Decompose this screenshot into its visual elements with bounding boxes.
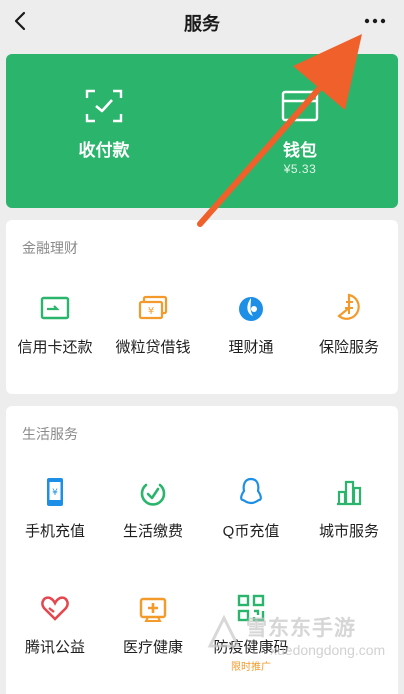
page-title: 服务 — [184, 14, 220, 34]
scan-qr-icon — [85, 89, 123, 123]
service-label: 微粒贷借钱 — [115, 339, 191, 356]
receive-pay-button[interactable]: 收付款 — [6, 54, 202, 208]
section-title: 生活服务 — [22, 426, 78, 442]
svg-text:¥: ¥ — [148, 306, 154, 317]
service-label: Q币充值 — [222, 523, 280, 540]
utility-bill-icon — [140, 483, 166, 506]
watermark-url: xuedongdong.com — [270, 642, 386, 658]
charity-icon — [41, 596, 69, 621]
service-label: 手机充值 — [24, 523, 85, 540]
service-charity[interactable]: 腾讯公益 — [6, 592, 104, 672]
more-button[interactable] — [360, 8, 390, 34]
watermark-text: 雪东东手游 — [246, 617, 356, 640]
service-label: 医疗健康 — [122, 639, 183, 656]
service-label: 生活缴费 — [122, 523, 183, 540]
watermark: 雪东东手游 xuedongdong.com — [200, 612, 404, 694]
service-label: 城市服务 — [318, 523, 379, 540]
qq-coin-icon — [240, 477, 262, 505]
section-title: 金融理财 — [22, 240, 78, 256]
service-label: 理财通 — [228, 339, 274, 356]
more-horizontal-icon — [364, 18, 386, 24]
wallet-balance: ¥5.33 — [283, 162, 317, 176]
service-utility-bill[interactable]: 生活缴费 — [104, 476, 202, 556]
wallet-button[interactable]: 钱包 ¥5.33 — [202, 54, 398, 208]
credit-card-icon — [40, 296, 70, 320]
service-medical[interactable]: 医疗健康 — [104, 592, 202, 672]
service-credit-card-repay[interactable]: 信用卡还款 — [6, 292, 104, 372]
service-label: 腾讯公益 — [24, 639, 85, 656]
city-service-icon — [337, 480, 362, 506]
service-label: 保险服务 — [318, 339, 379, 356]
payment-banner: 收付款 钱包 ¥5.33 — [6, 54, 398, 208]
receive-pay-label: 收付款 — [78, 141, 130, 160]
loan-icon: ¥ — [138, 295, 168, 320]
service-qq-coin[interactable]: Q币充值 — [202, 476, 300, 556]
service-loan[interactable]: ¥ 微粒贷借钱 — [104, 292, 202, 372]
phone-topup-icon: ¥ — [47, 478, 63, 506]
service-phone-topup[interactable]: ¥ 手机充值 — [6, 476, 104, 556]
watermark-logo-icon — [207, 614, 241, 648]
wallet-label: 钱包 — [283, 141, 317, 160]
service-insurance[interactable]: 保险服务 — [300, 292, 398, 372]
service-label: 信用卡还款 — [17, 339, 93, 356]
wallet-icon — [281, 90, 319, 122]
top-bar: 服务 — [0, 0, 404, 44]
medical-icon — [139, 597, 167, 622]
finance-section: 金融理财 信用卡还款 ¥ 微粒贷借钱 理财通 保险服务 — [6, 220, 398, 394]
insurance-icon — [337, 293, 360, 320]
service-wealth[interactable]: 理财通 — [202, 292, 300, 372]
svg-text:¥: ¥ — [52, 488, 58, 498]
service-city[interactable]: 城市服务 — [300, 476, 398, 556]
wealth-icon — [239, 297, 263, 321]
